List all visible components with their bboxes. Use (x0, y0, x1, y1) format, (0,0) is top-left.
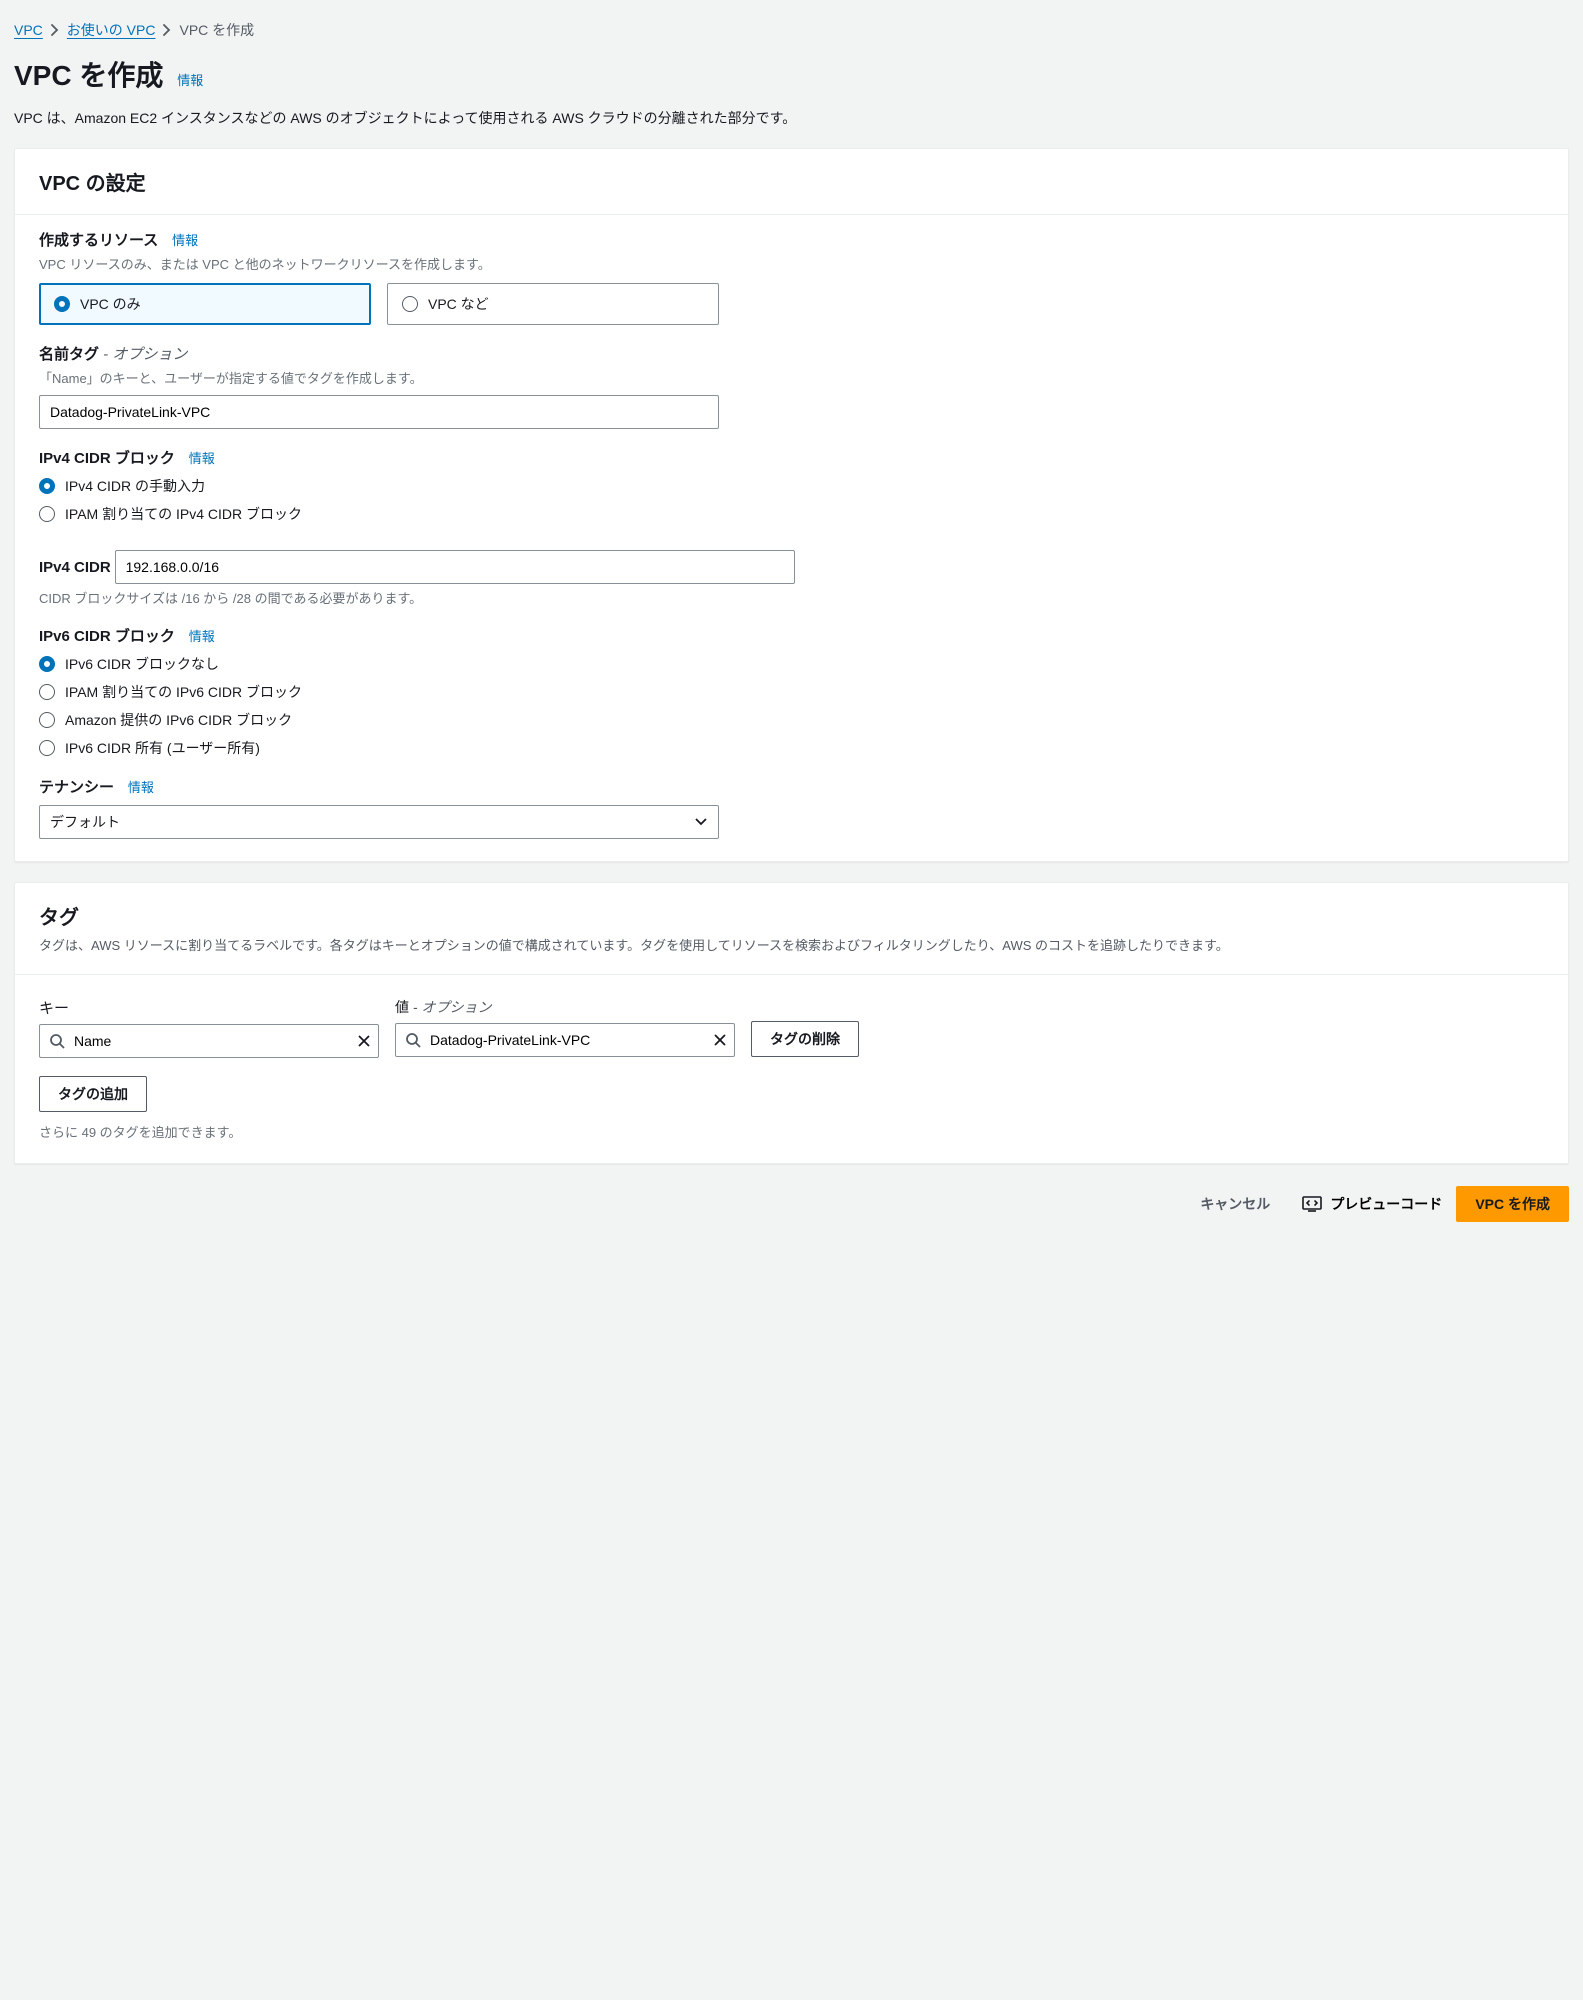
radio-icon (54, 296, 70, 312)
ipv4-block-label: IPv4 CIDR ブロック (39, 447, 175, 468)
ipv4-block-field: IPv4 CIDR ブロック 情報 IPv4 CIDR の手動入力 IPAM 割… (39, 447, 1544, 524)
footer-actions: キャンセル プレビューコード VPC を作成 (14, 1186, 1569, 1222)
info-link[interactable]: 情報 (189, 451, 215, 466)
info-link[interactable]: 情報 (172, 233, 198, 248)
clear-icon[interactable] (713, 1033, 727, 1047)
tags-panel: タグ タグは、AWS リソースに割り当てるラベルです。各タグはキーとオプションの… (14, 882, 1569, 1164)
radio-label: Amazon 提供の IPv6 CIDR ブロック (65, 710, 292, 730)
info-link[interactable]: 情報 (128, 780, 154, 795)
tile-label: VPC のみ (80, 294, 141, 314)
page-title: VPC を作成 (14, 54, 163, 94)
search-icon (405, 1032, 421, 1048)
info-link[interactable]: 情報 (189, 629, 215, 644)
preview-code-button[interactable]: プレビューコード (1302, 1194, 1442, 1214)
panel-title-tags: タグ (39, 901, 1544, 930)
breadcrumb-root[interactable]: VPC (14, 22, 43, 38)
chevron-right-icon (163, 24, 171, 36)
radio-icon (39, 656, 55, 672)
tags-description: タグは、AWS リソースに割り当てるラベルです。各タグはキーとオプションの値で構… (39, 936, 1544, 956)
tile-vpc-only[interactable]: VPC のみ (39, 283, 371, 325)
code-icon (1302, 1196, 1322, 1212)
radio-label: IPAM 割り当ての IPv6 CIDR ブロック (65, 682, 302, 702)
ipv4-cidr-input[interactable] (115, 550, 795, 584)
radio-icon (39, 684, 55, 700)
tenancy-select[interactable]: デフォルト (39, 805, 719, 839)
name-input[interactable] (39, 395, 719, 429)
ipv6-block-label: IPv6 CIDR ブロック (39, 625, 175, 646)
radio-ipv6-ipam[interactable]: IPAM 割り当ての IPv6 CIDR ブロック (39, 682, 1544, 702)
resources-label: 作成するリソース (39, 229, 158, 250)
cancel-button[interactable]: キャンセル (1182, 1187, 1288, 1221)
remove-tag-button[interactable]: タグの削除 (751, 1021, 859, 1057)
ipv4-cidr-label: IPv4 CIDR (39, 559, 111, 576)
resources-hint: VPC リソースのみ、または VPC と他のネットワークリソースを作成します。 (39, 254, 1544, 273)
name-field: 名前タグ - オプション 「Name」のキーと、ユーザーが指定する値でタグを作成… (39, 343, 1544, 429)
radio-ipv4-manual[interactable]: IPv4 CIDR の手動入力 (39, 476, 1544, 496)
radio-label: IPAM 割り当ての IPv4 CIDR ブロック (65, 504, 302, 524)
tenancy-label: テナンシー (39, 776, 114, 797)
breadcrumb-current: VPC を作成 (179, 20, 254, 40)
radio-icon (39, 712, 55, 728)
radio-icon (39, 740, 55, 756)
radio-label: IPv4 CIDR の手動入力 (65, 476, 205, 496)
name-hint: 「Name」のキーと、ユーザーが指定する値でタグを作成します。 (39, 368, 1544, 387)
ipv4-cidr-hint: CIDR ブロックサイズは /16 から /28 の間である必要があります。 (39, 588, 1544, 607)
chevron-right-icon (51, 24, 59, 36)
breadcrumb-parent[interactable]: お使いの VPC (67, 20, 156, 40)
panel-title-settings: VPC の設定 (39, 167, 1544, 196)
radio-label: IPv6 CIDR ブロックなし (65, 654, 219, 674)
tile-vpc-more[interactable]: VPC など (387, 283, 719, 325)
radio-icon (402, 296, 418, 312)
radio-label: IPv6 CIDR 所有 (ユーザー所有) (65, 738, 260, 758)
add-tag-button[interactable]: タグの追加 (39, 1076, 147, 1112)
ipv6-block-field: IPv6 CIDR ブロック 情報 IPv6 CIDR ブロックなし IPAM … (39, 625, 1544, 758)
tenancy-field: テナンシー 情報 デフォルト (39, 776, 1544, 839)
ipv4-cidr-field: IPv4 CIDR CIDR ブロックサイズは /16 から /28 の間である… (39, 542, 1544, 607)
tag-key-label: キー (39, 997, 69, 1018)
radio-ipv6-none[interactable]: IPv6 CIDR ブロックなし (39, 654, 1544, 674)
radio-icon (39, 478, 55, 494)
page-description: VPC は、Amazon EC2 インスタンスなどの AWS のオブジェクトによ… (14, 108, 1569, 128)
clear-icon[interactable] (357, 1034, 371, 1048)
radio-ipv4-ipam[interactable]: IPAM 割り当ての IPv4 CIDR ブロック (39, 504, 1544, 524)
breadcrumb: VPC お使いの VPC VPC を作成 (14, 20, 1569, 40)
radio-icon (39, 506, 55, 522)
info-link[interactable]: 情報 (177, 73, 203, 88)
preview-label: プレビューコード (1330, 1194, 1442, 1214)
tag-value-label: 値 - オプション (395, 997, 735, 1017)
name-label: 名前タグ - オプション (39, 343, 187, 364)
tile-label: VPC など (428, 294, 489, 314)
resources-field: 作成するリソース 情報 VPC リソースのみ、または VPC と他のネットワーク… (39, 229, 1544, 325)
tag-value-input[interactable] (395, 1023, 735, 1057)
radio-ipv6-own[interactable]: IPv6 CIDR 所有 (ユーザー所有) (39, 738, 1544, 758)
create-vpc-button[interactable]: VPC を作成 (1456, 1186, 1569, 1222)
tags-remaining: さらに 49 のタグを追加できます。 (39, 1122, 1544, 1141)
tenancy-value: デフォルト (50, 812, 120, 832)
vpc-settings-panel: VPC の設定 作成するリソース 情報 VPC リソースのみ、または VPC と… (14, 148, 1569, 862)
tag-key-input[interactable] (39, 1024, 379, 1058)
radio-ipv6-amazon[interactable]: Amazon 提供の IPv6 CIDR ブロック (39, 710, 1544, 730)
page-header: VPC を作成 情報 VPC は、Amazon EC2 インスタンスなどの AW… (14, 54, 1569, 128)
search-icon (49, 1033, 65, 1049)
